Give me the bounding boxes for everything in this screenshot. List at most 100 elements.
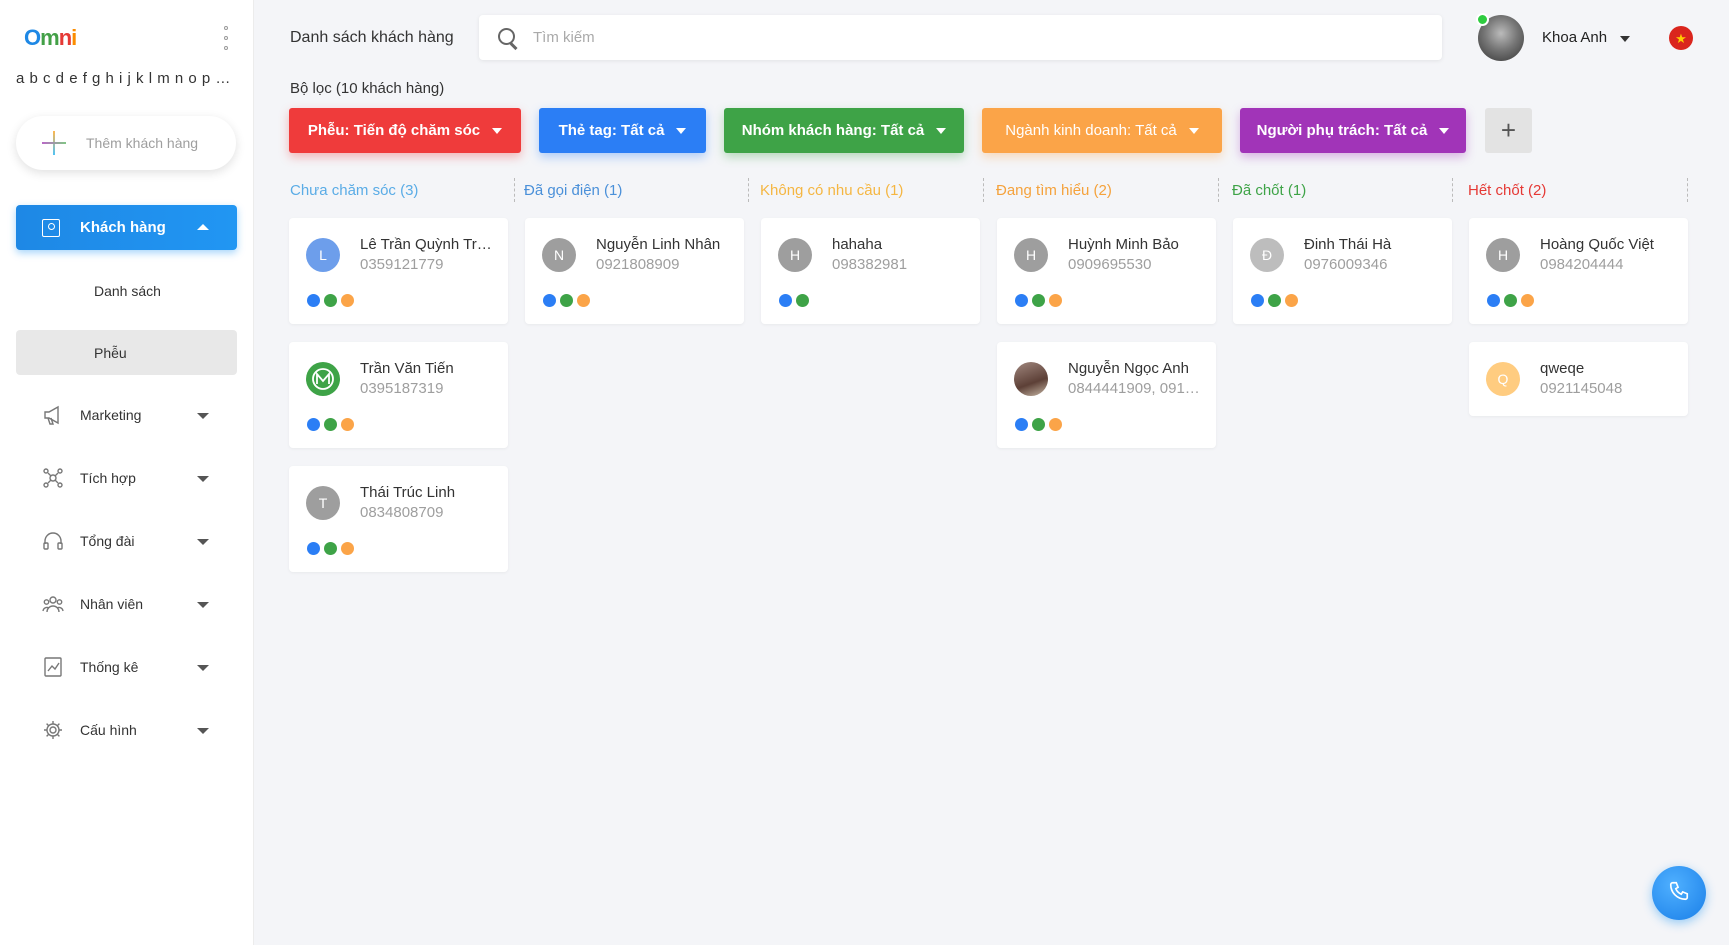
customer-name: hahaha: [832, 236, 883, 253]
customer-phone: 098382981: [832, 256, 908, 273]
submenu-item-list[interactable]: Danh sách: [16, 268, 237, 313]
page-title: Danh sách khách hàng: [290, 29, 454, 46]
column-header: Không có nhu cầu (1): [760, 182, 904, 199]
tag-dot: [1049, 294, 1062, 307]
more-options-icon[interactable]: [220, 26, 232, 50]
add-customer-button[interactable]: Thêm khách hàng: [16, 116, 236, 170]
sidebar-item-staff[interactable]: Nhân viên: [16, 582, 237, 626]
customer-phone: 0976009346: [1304, 256, 1388, 273]
chevron-down-icon: [936, 127, 947, 134]
tag-dot: [324, 542, 337, 555]
tag-dots: [1251, 294, 1298, 307]
avatar: L: [306, 238, 340, 272]
submenu-item-funnel[interactable]: Phễu: [16, 330, 237, 375]
tag-dot: [341, 542, 354, 555]
sidebar: Omni a b c d e f g h i j k l m n o p q r…: [0, 0, 254, 945]
customer-phone: 0834808709: [360, 504, 444, 521]
headset-icon: [42, 530, 64, 552]
search-icon: [497, 27, 519, 49]
customer-card[interactable]: T Thái Trúc Linh 0834808709: [289, 466, 508, 572]
column-divider: [748, 178, 749, 202]
column-divider: [983, 178, 984, 202]
avatar: H: [1486, 238, 1520, 272]
sidebar-item-settings[interactable]: Cấu hình: [16, 708, 237, 752]
customer-card[interactable]: H Hoàng Quốc Việt 0984204444: [1469, 218, 1688, 324]
chevron-down-icon: [197, 602, 209, 608]
tag-dots: [307, 418, 354, 431]
column-divider: [1452, 178, 1453, 202]
tag-dot: [341, 294, 354, 307]
tag-dot: [1504, 294, 1517, 307]
chevron-down-icon: [676, 127, 687, 134]
sidebar-item-customers[interactable]: Khách hàng: [16, 205, 237, 250]
filter-funnel[interactable]: Phễu: Tiến độ chăm sóc: [289, 108, 521, 153]
customer-phone: 0395187319: [360, 380, 444, 397]
chevron-up-icon: [197, 224, 209, 230]
customer-card[interactable]: N Nguyễn Linh Nhân 0921808909: [525, 218, 744, 324]
customer-phone: 0359121779: [360, 256, 444, 273]
tag-dots: [779, 294, 809, 307]
column-header: Hết chốt (2): [1468, 182, 1547, 199]
avatar: [306, 362, 340, 396]
customer-phone: 0921145048: [1540, 380, 1623, 397]
chevron-down-icon: [197, 665, 209, 671]
tag-dot: [1032, 294, 1045, 307]
tag-dot: [1268, 294, 1281, 307]
tag-dot: [1487, 294, 1500, 307]
customer-card[interactable]: Qqweqe 0921145048: [1469, 342, 1688, 416]
customer-name: Huỳnh Minh Bảo: [1068, 236, 1179, 253]
tag-dots: [1487, 294, 1534, 307]
customer-card[interactable]: Nguyễn Ngọc Anh 0844441909, 0912345678: [997, 342, 1216, 448]
search-input[interactable]: [533, 29, 1413, 46]
tag-dots: [1015, 294, 1062, 307]
add-filter-button[interactable]: +: [1485, 108, 1532, 153]
customer-name: Nguyễn Linh Nhân: [596, 236, 721, 253]
customer-name: Đinh Thái Hà: [1304, 236, 1392, 253]
customer-card[interactable]: L Lê Trần Quỳnh Trang 0359121779: [289, 218, 508, 324]
tag-dot: [324, 294, 337, 307]
tag-dot: [1032, 418, 1045, 431]
chevron-down-icon: [197, 476, 209, 482]
sidebar-item-switchboard[interactable]: Tổng đài: [16, 519, 237, 563]
call-button[interactable]: [1652, 866, 1706, 920]
customer-phone: 0844441909, 0912345678: [1068, 380, 1204, 397]
user-menu-chevron-down-icon[interactable]: [1620, 36, 1630, 42]
tag-dot: [307, 418, 320, 431]
network-icon: [42, 467, 64, 489]
column-divider: [1687, 178, 1688, 202]
chevron-down-icon: [1439, 127, 1450, 134]
app-logo[interactable]: Omni: [24, 25, 77, 51]
avatar: H: [1014, 238, 1048, 272]
filter-business-sector[interactable]: Ngành kinh doanh: Tất cả: [982, 108, 1222, 153]
filter-assignee[interactable]: Người phụ trách: Tất cả: [1240, 108, 1466, 153]
chevron-down-icon: [197, 413, 209, 419]
avatar: T: [306, 486, 340, 520]
tag-dots: [307, 294, 354, 307]
customer-card[interactable]: Đ Đinh Thái Hà 0976009346: [1233, 218, 1452, 324]
search-bar[interactable]: [479, 15, 1442, 60]
tag-dot: [1049, 418, 1062, 431]
tag-dot: [307, 542, 320, 555]
sidebar-item-statistics[interactable]: Thống kê: [16, 645, 237, 689]
tag-dot: [1015, 294, 1028, 307]
tag-dot: [1015, 418, 1028, 431]
plus-icon: [42, 131, 66, 155]
sidebar-item-marketing[interactable]: Marketing: [16, 393, 237, 437]
customer-card[interactable]: Trần Văn Tiến 0395187319: [289, 342, 508, 448]
user-name[interactable]: Khoa Anh: [1542, 29, 1607, 46]
customer-card[interactable]: H Huỳnh Minh Bảo 0909695530: [997, 218, 1216, 324]
customer-name: Trần Văn Tiến: [360, 360, 454, 377]
customer-card[interactable]: Hhahaha 098382981: [761, 218, 980, 324]
tag-dot: [577, 294, 590, 307]
customer-phone: 0984204444: [1540, 256, 1624, 273]
filter-tag[interactable]: Thẻ tag: Tất cả: [539, 108, 706, 153]
avatar: Đ: [1250, 238, 1284, 272]
customer-name: qweqe: [1540, 360, 1585, 377]
customer-name: Nguyễn Ngọc Anh: [1068, 360, 1189, 377]
sidebar-item-integration[interactable]: Tích hợp: [16, 456, 237, 500]
customer-phone: 0921808909: [596, 256, 680, 273]
filter-customer-group[interactable]: Nhóm khách hàng: Tất cả: [724, 108, 964, 153]
column-header: Đã gọi điện (1): [524, 182, 623, 199]
column-header: Đang tìm hiểu (2): [996, 182, 1112, 199]
vietnam-flag-icon[interactable]: ★: [1669, 26, 1693, 50]
